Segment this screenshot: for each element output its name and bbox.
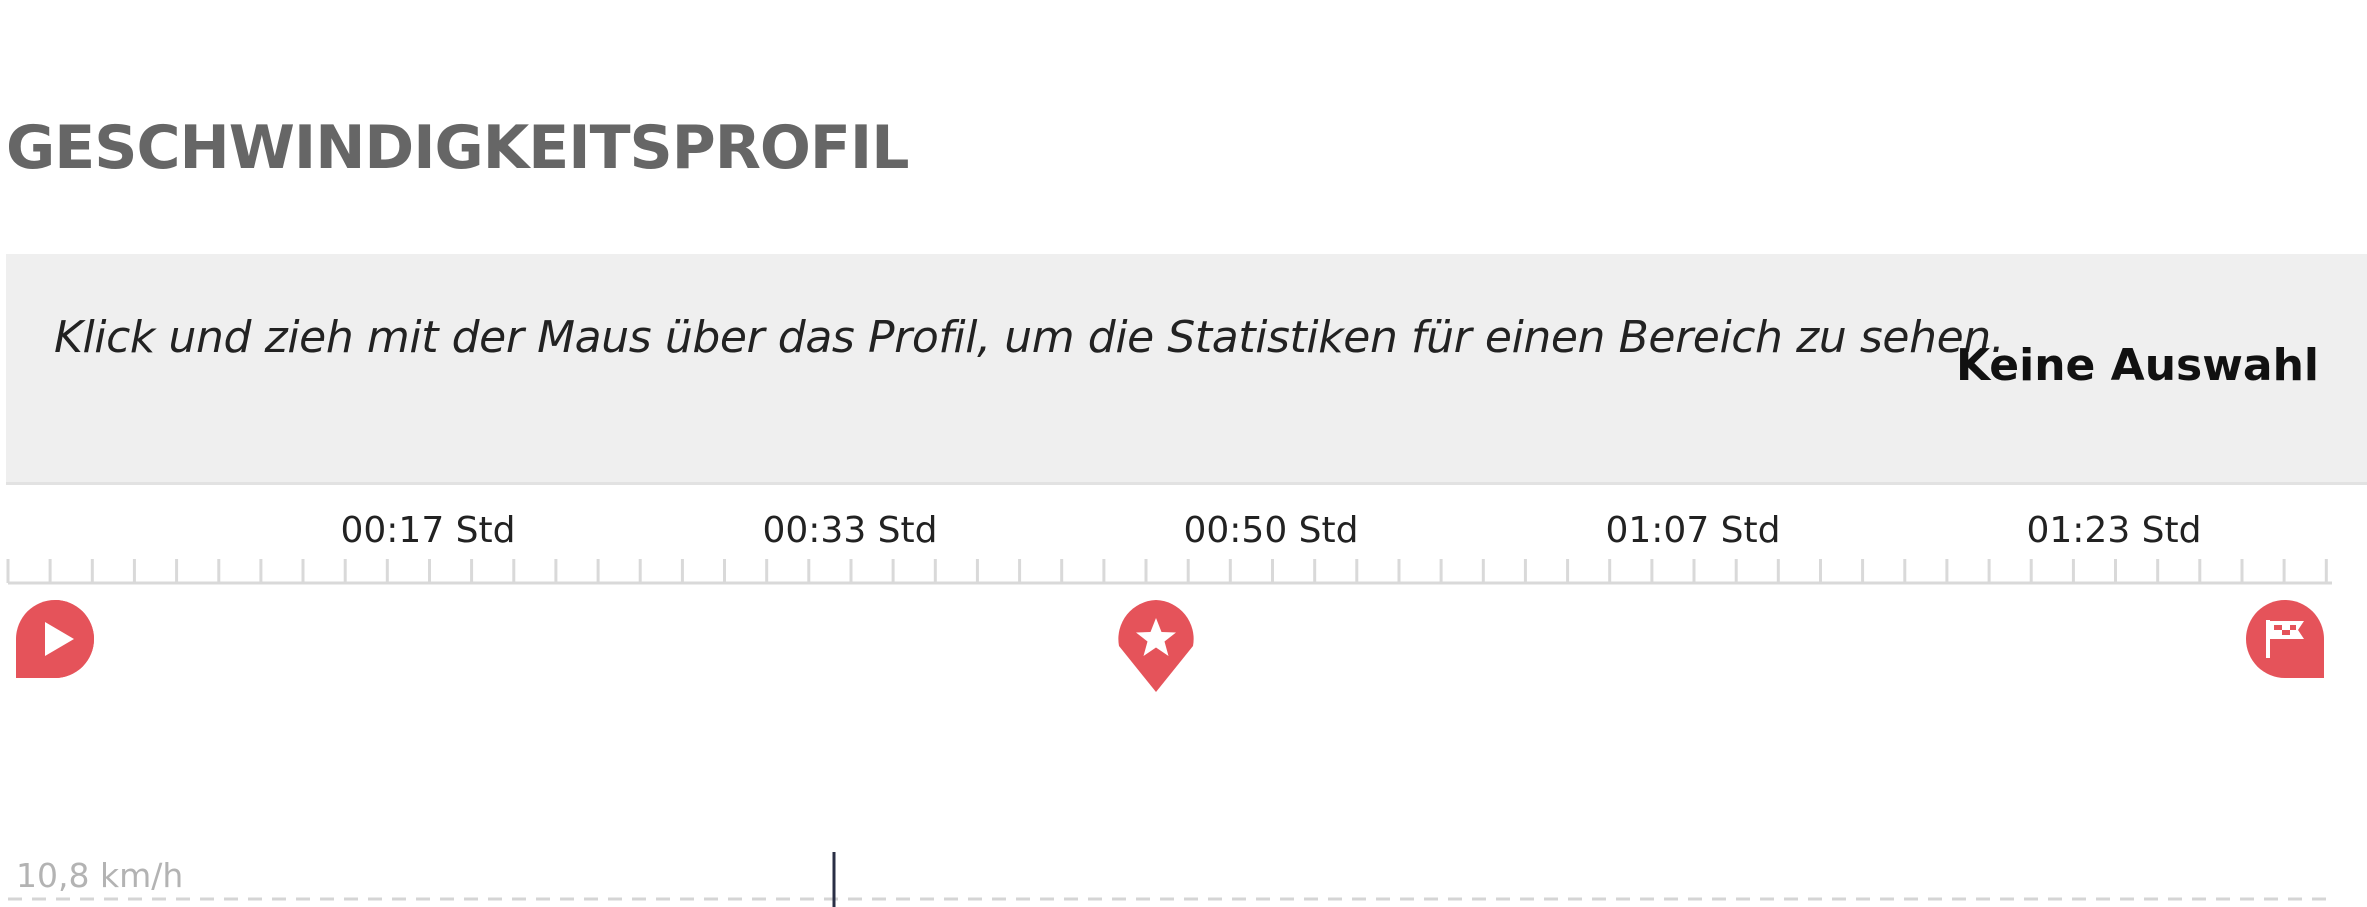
time-label: 01:07 Std [1605, 510, 1781, 551]
drag-hint-text: Klick und zieh mit der Maus über das Pro… [54, 312, 2005, 363]
selection-info-panel: Klick und zieh mit der Maus über das Pro… [6, 254, 2367, 485]
time-label: 00:50 Std [1183, 510, 1359, 551]
finish-marker[interactable] [2244, 598, 2326, 680]
time-label: 00:17 Std [340, 510, 516, 551]
page-title: GESCHWINDIGKEITSPROFIL [6, 113, 909, 183]
time-label: 01:23 Std [2026, 510, 2202, 551]
time-ruler [6, 559, 2332, 585]
speed-axis-label: 10,8 km/h [16, 856, 184, 895]
selection-status: Keine Auswahl [1955, 340, 2319, 391]
speed-profile-chart[interactable] [0, 840, 2367, 907]
highlight-marker[interactable] [1115, 598, 1197, 696]
time-label: 00:33 Std [762, 510, 938, 551]
start-marker[interactable] [14, 598, 96, 680]
